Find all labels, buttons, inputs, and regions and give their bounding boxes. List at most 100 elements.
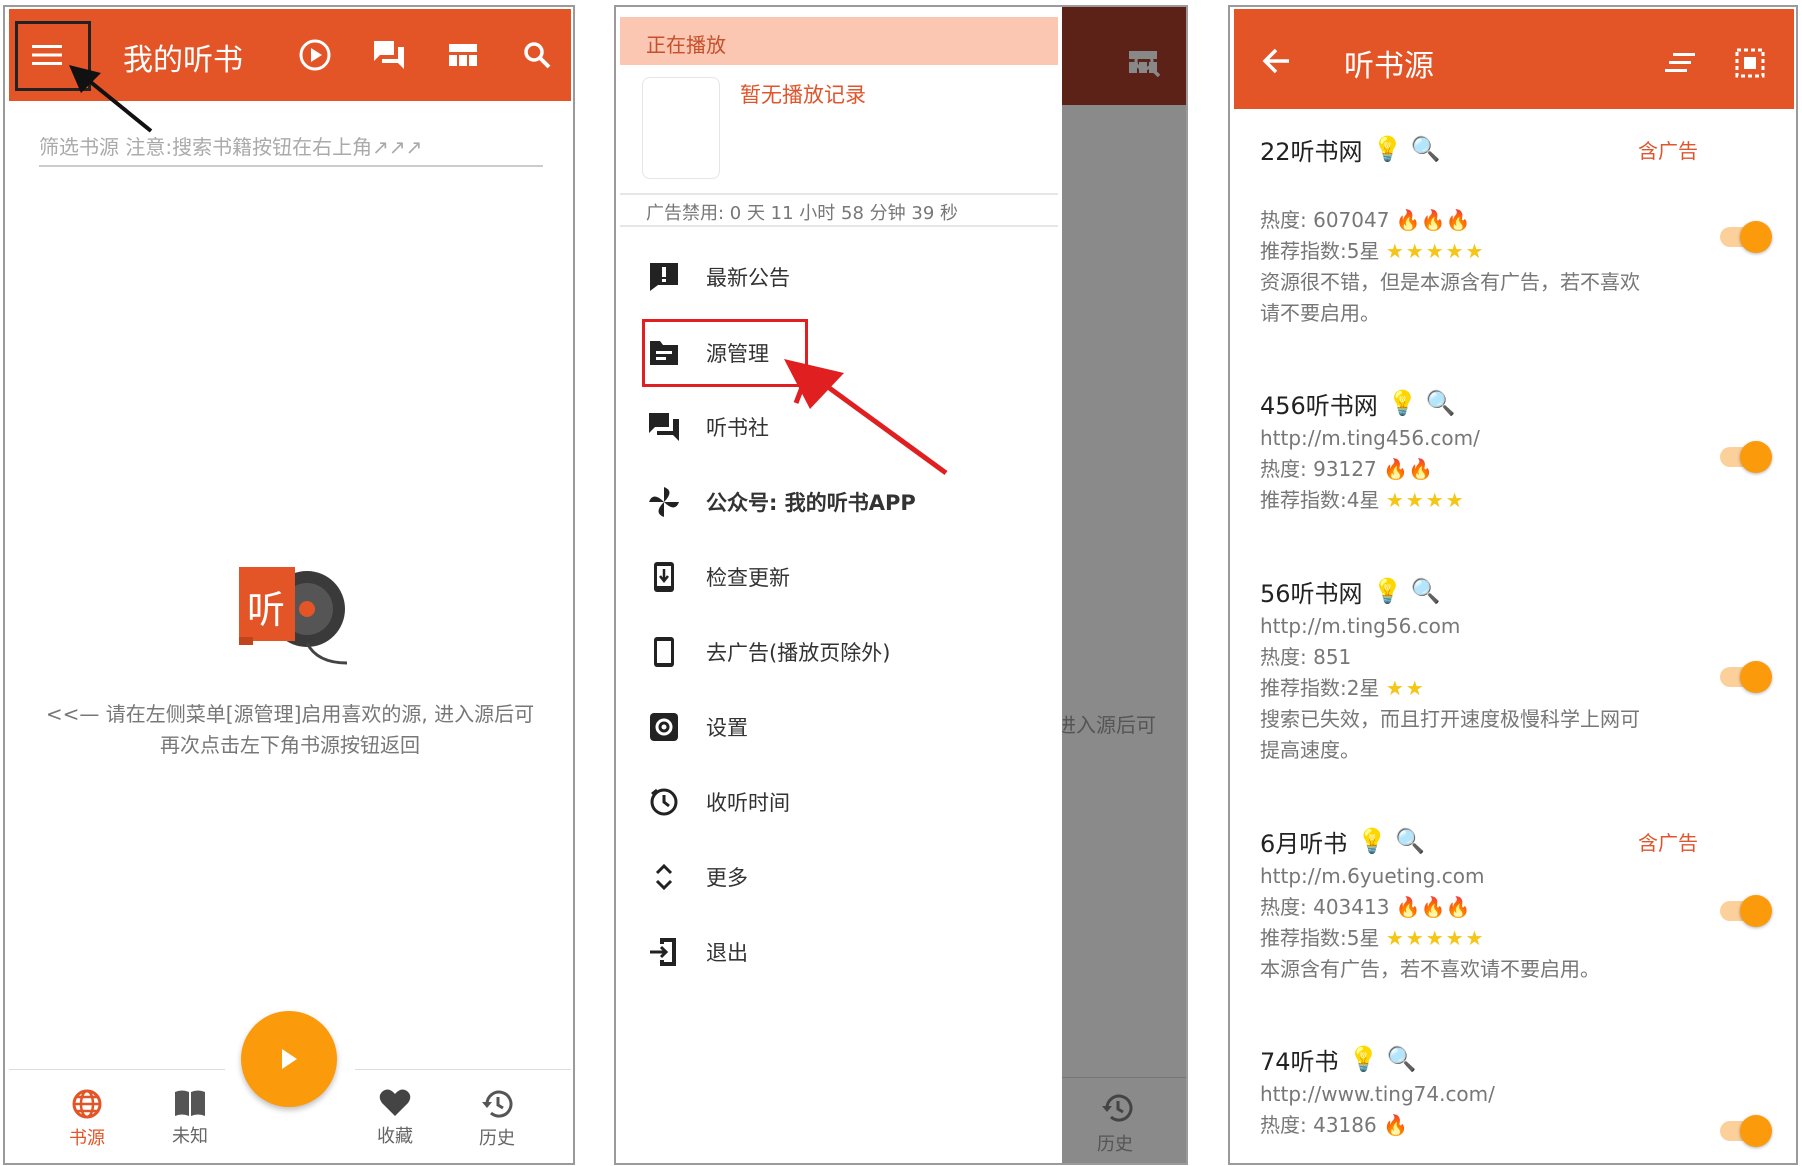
forum-icon: [649, 413, 679, 441]
menu-label: 公众号: 我的听书APP: [706, 491, 916, 515]
nav-label: 未知: [172, 1126, 208, 1147]
source-url: http://m.6yueting.com: [1260, 864, 1485, 888]
menu-remove-ads[interactable]: 去广告(播放页除外): [646, 624, 890, 680]
main-screen: 我的听书 筛选书源 注意:搜索书籍按钮在右上角↗↗↗ 听 <<— 请在左侧菜单[…: [3, 5, 575, 1165]
nav-history[interactable]: 历史: [457, 1088, 537, 1150]
sources-screen: 听书源 22听书网 💡 🔍 含广告 热度: 607047 🔥🔥🔥 推荐指数:5星 ★…: [1228, 5, 1798, 1165]
source-rating: 推荐指数:5星: [1260, 239, 1380, 263]
menu-exit[interactable]: 退出: [646, 924, 748, 980]
sort-button[interactable]: [1658, 41, 1702, 85]
play-fab[interactable]: [241, 1011, 337, 1107]
play-circle-icon: [299, 39, 331, 71]
history-icon: [1102, 1094, 1133, 1122]
source-note: 资源很不错，但是本源含有广告，若不喜欢: [1260, 270, 1640, 294]
fire-icon: 🔥🔥: [1383, 457, 1433, 481]
menu-listen-time[interactable]: 收听时间: [646, 774, 790, 830]
search-icon: 🔍: [1386, 1045, 1417, 1073]
nav-sources[interactable]: 书源: [47, 1088, 127, 1150]
book-icon: [175, 1090, 205, 1116]
globe-icon: [72, 1089, 102, 1119]
search-icon: 🔍: [1410, 135, 1441, 163]
scrim-appbar: [1041, 7, 1186, 105]
source-item[interactable]: 456听书网 💡 🔍 http://m.ting456.com/ 热度: 93127…: [1260, 383, 1730, 516]
source-item[interactable]: 56听书网 💡 🔍 http://m.ting56.com 热度: 851 推荐指数…: [1260, 571, 1730, 766]
play-button[interactable]: [293, 33, 337, 77]
source-rating: 推荐指数:5星: [1260, 926, 1380, 950]
menu-label: 退出: [706, 941, 748, 965]
scrim[interactable]: [1041, 7, 1186, 1163]
search-icon: 🔍: [1395, 827, 1426, 855]
pinwheel-icon: [649, 487, 679, 517]
source-heat: 热度: 851: [1260, 645, 1352, 669]
menu-forum[interactable]: 听书社: [646, 399, 769, 455]
bulb-icon: 💡: [1387, 389, 1418, 417]
now-playing-header: 正在播放: [620, 17, 1058, 65]
source-item[interactable]: 22听书网 💡 🔍 含广告 热度: 607047 🔥🔥🔥 推荐指数:5星 ★★★★★…: [1260, 129, 1730, 329]
forum-button[interactable]: [367, 33, 411, 77]
menu-label: 听书社: [706, 416, 769, 440]
menu-label: 去广告(播放页除外): [706, 641, 891, 665]
menu-settings[interactable]: 设置: [646, 699, 748, 755]
announcement-icon: [650, 263, 678, 291]
nav-unknown[interactable]: 未知: [150, 1088, 230, 1148]
star-icon: ★★★★: [1385, 488, 1466, 512]
background-hint: 进入源后可: [1056, 713, 1156, 737]
search-button[interactable]: [515, 33, 559, 77]
source-toggle[interactable]: [1720, 661, 1772, 693]
source-toggle[interactable]: [1720, 1115, 1772, 1147]
forum-icon: [374, 41, 404, 69]
source-toggle[interactable]: [1720, 895, 1772, 927]
source-toggle[interactable]: [1720, 441, 1772, 473]
menu-check-update[interactable]: 检查更新: [646, 549, 790, 605]
cover-placeholder[interactable]: [642, 77, 720, 179]
dashboard-icon: [449, 44, 477, 66]
source-note: 本源含有广告，若不喜欢请不要启用。: [1260, 957, 1600, 981]
source-name: 56听书网: [1260, 579, 1363, 608]
sort-icon: [1665, 53, 1695, 72]
nav-label: 书源: [69, 1128, 105, 1149]
nav-favorites[interactable]: 收藏: [355, 1088, 435, 1148]
history-icon: [482, 1090, 513, 1118]
star-icon: ★★★★★: [1385, 926, 1486, 950]
menu-label: 最新公告: [706, 266, 790, 290]
menu-announcement[interactable]: 最新公告: [646, 249, 790, 305]
source-url: http://m.ting56.com: [1260, 614, 1461, 638]
bulb-icon: 💡: [1372, 577, 1403, 605]
menu-more[interactable]: 更多: [646, 849, 748, 905]
select-all-button[interactable]: [1728, 41, 1772, 85]
source-item[interactable]: 74听书 💡 🔍 http://www.ting74.com/ 热度: 43186 …: [1260, 1039, 1730, 1141]
empty-hint-line2: 再次点击左下角书源按钮返回: [160, 733, 420, 757]
source-url: http://m.ting456.com/: [1260, 426, 1480, 450]
exit-icon: [650, 938, 676, 966]
nav-drawer: 正在播放 暂无播放记录 广告禁用: 0 天 11 小时 58 分钟 39 秒 最…: [616, 7, 1062, 1163]
ad-badge: 含广告: [1638, 831, 1698, 855]
source-heat: 热度: 93127: [1260, 457, 1377, 481]
background-nav-label: 历史: [1097, 1134, 1133, 1155]
bulb-icon: 💡: [1357, 827, 1388, 855]
menu-wechat[interactable]: 公众号: 我的听书APP: [646, 474, 916, 530]
search-icon: 🔍: [1410, 577, 1441, 605]
search-icon: 🔍: [1425, 389, 1456, 417]
divider: [620, 225, 1058, 227]
source-note: 请不要启用。: [1260, 301, 1380, 325]
back-button[interactable]: [1254, 39, 1298, 83]
filter-input[interactable]: 筛选书源 注意:搜索书籍按钮在右上角↗↗↗: [39, 125, 543, 167]
source-note: 提高速度。: [1260, 738, 1360, 762]
dashboard-button[interactable]: [441, 33, 485, 77]
page-title: 听书源: [1344, 49, 1434, 84]
pointer-arrow-icon: [784, 359, 948, 476]
app-logo: 听: [235, 563, 351, 681]
source-item[interactable]: 6月听书 💡 🔍 含广告 http://m.6yueting.com 热度: 403…: [1260, 821, 1730, 985]
source-name: 22听书网: [1260, 137, 1363, 166]
drawer-screen: 进入源后可 历史 正在播放 暂无播放记录 广告禁用: 0 天 11 小时 58 …: [614, 5, 1188, 1165]
menu-label: 收听时间: [706, 791, 790, 815]
source-rating: 推荐指数:4星: [1260, 488, 1380, 512]
select-all-icon: [1735, 48, 1765, 78]
bulb-icon: 💡: [1372, 135, 1403, 163]
search-icon: [1134, 51, 1161, 78]
heart-icon: [379, 1089, 411, 1116]
source-toggle[interactable]: [1720, 221, 1772, 253]
source-heat: 热度: 403413: [1260, 895, 1390, 919]
divider: [620, 193, 1058, 195]
source-name: 74听书: [1260, 1047, 1339, 1076]
